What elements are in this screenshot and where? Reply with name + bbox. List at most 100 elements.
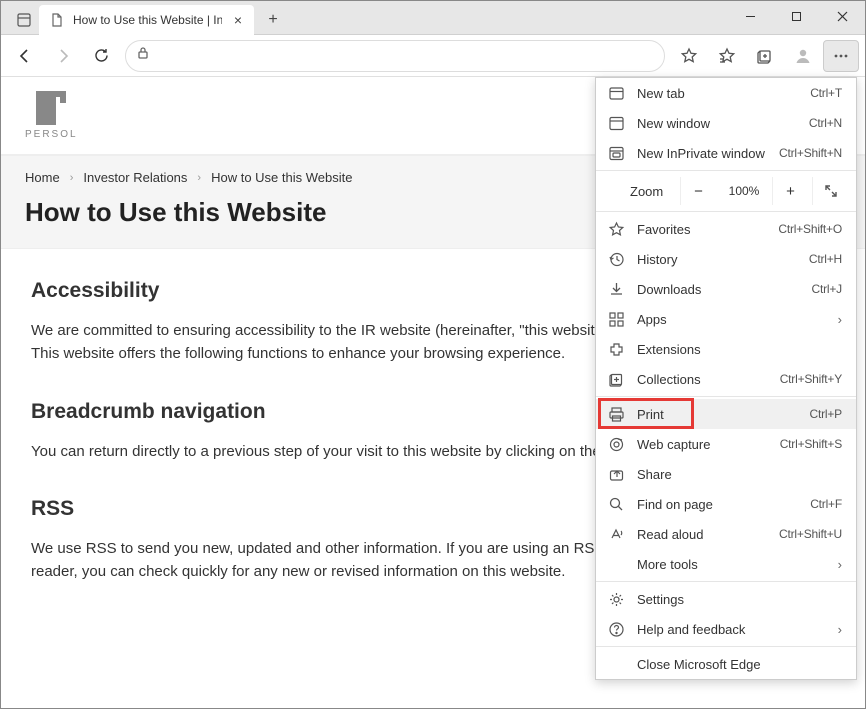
menu-label: Share — [637, 467, 842, 482]
menu-apps[interactable]: Apps › — [596, 304, 856, 334]
chevron-right-icon: › — [838, 312, 842, 327]
shortcut: Ctrl+Shift+N — [779, 146, 842, 160]
menu-label: Apps — [637, 312, 826, 327]
page-icon — [49, 12, 65, 28]
browser-settings-menu: New tab Ctrl+T New window Ctrl+N New InP… — [595, 77, 857, 680]
toolbar — [1, 35, 865, 77]
tab-title: How to Use this Website | Invest — [73, 13, 222, 27]
new-window-icon — [608, 115, 625, 132]
zoom-label: Zoom — [620, 184, 676, 199]
apps-icon — [608, 311, 625, 328]
collections-button[interactable] — [747, 40, 783, 72]
favorites-button[interactable] — [709, 40, 745, 72]
menu-new-window[interactable]: New window Ctrl+N — [596, 108, 856, 138]
menu-label: Print — [637, 407, 798, 422]
close-window-button[interactable] — [819, 1, 865, 31]
gear-icon — [608, 591, 625, 608]
maximize-button[interactable] — [773, 1, 819, 31]
help-icon — [608, 621, 625, 638]
settings-menu-button[interactable] — [823, 40, 859, 72]
search-icon — [608, 496, 625, 513]
share-icon — [608, 466, 625, 483]
menu-label: Web capture — [637, 437, 768, 452]
menu-downloads[interactable]: Downloads Ctrl+J — [596, 274, 856, 304]
menu-extensions[interactable]: Extensions — [596, 334, 856, 364]
menu-label: New window — [637, 116, 797, 131]
chevron-right-icon: › — [838, 557, 842, 572]
star-icon — [608, 221, 625, 238]
zoom-in-button[interactable]: + — [772, 177, 808, 205]
forward-button[interactable] — [45, 40, 81, 72]
menu-separator — [596, 646, 856, 647]
webcapture-icon — [608, 436, 625, 453]
menu-inprivate[interactable]: New InPrivate window Ctrl+Shift+N — [596, 138, 856, 168]
tab-strip: How to Use this Website | Invest × + — [1, 1, 288, 35]
shortcut: Ctrl+P — [810, 407, 842, 421]
collections-icon — [608, 371, 625, 388]
refresh-button[interactable] — [83, 40, 119, 72]
shortcut: Ctrl+Shift+S — [780, 437, 842, 451]
new-tab-button[interactable]: + — [258, 5, 288, 35]
back-button[interactable] — [7, 40, 43, 72]
menu-label: More tools — [637, 557, 826, 572]
add-favorite-button[interactable] — [671, 40, 707, 72]
menu-separator — [596, 396, 856, 397]
menu-readaloud[interactable]: Read aloud Ctrl+Shift+U — [596, 519, 856, 549]
menu-label: History — [637, 252, 797, 267]
menu-close-edge[interactable]: Close Microsoft Edge — [596, 649, 856, 679]
menu-label: Close Microsoft Edge — [637, 657, 842, 672]
menu-print[interactable]: Print Ctrl+P — [596, 399, 856, 429]
download-icon — [608, 281, 625, 298]
menu-label: Help and feedback — [637, 622, 826, 637]
shortcut: Ctrl+F — [810, 497, 842, 511]
browser-tab[interactable]: How to Use this Website | Invest × — [39, 5, 254, 35]
menu-new-tab[interactable]: New tab Ctrl+T — [596, 78, 856, 108]
logo-text: PERSOL — [25, 129, 78, 140]
menu-label: Read aloud — [637, 527, 767, 542]
menu-collections[interactable]: Collections Ctrl+Shift+Y — [596, 364, 856, 394]
shortcut: Ctrl+Shift+U — [779, 527, 842, 541]
menu-history[interactable]: History Ctrl+H — [596, 244, 856, 274]
shortcut: Ctrl+N — [809, 116, 842, 130]
site-logo[interactable]: PERSOL — [25, 91, 78, 140]
menu-separator — [596, 170, 856, 171]
menu-moretools[interactable]: More tools › — [596, 549, 856, 579]
tab-close-icon[interactable]: × — [230, 12, 246, 28]
address-bar[interactable] — [125, 40, 665, 72]
menu-webcapture[interactable]: Web capture Ctrl+Shift+S — [596, 429, 856, 459]
new-tab-icon — [608, 85, 625, 102]
tab-actions-icon[interactable] — [9, 5, 39, 35]
menu-find[interactable]: Find on page Ctrl+F — [596, 489, 856, 519]
inprivate-icon — [608, 145, 625, 162]
minimize-button[interactable] — [727, 1, 773, 31]
menu-settings[interactable]: Settings — [596, 584, 856, 614]
extensions-icon — [608, 341, 625, 358]
menu-label: Downloads — [637, 282, 800, 297]
menu-label: New tab — [637, 86, 798, 101]
menu-favorites[interactable]: Favorites Ctrl+Shift+O — [596, 214, 856, 244]
menu-label: Favorites — [637, 222, 766, 237]
profile-button[interactable] — [785, 40, 821, 72]
chevron-right-icon: › — [70, 172, 74, 184]
menu-label: New InPrivate window — [637, 146, 767, 161]
shortcut: Ctrl+T — [810, 86, 842, 100]
window-controls — [727, 1, 865, 31]
shortcut: Ctrl+H — [809, 252, 842, 266]
menu-help[interactable]: Help and feedback › — [596, 614, 856, 644]
fullscreen-button[interactable] — [812, 177, 848, 205]
menu-separator — [596, 211, 856, 212]
titlebar: How to Use this Website | Invest × + — [1, 1, 865, 35]
crumb-home[interactable]: Home — [25, 170, 60, 185]
menu-label: Find on page — [637, 497, 798, 512]
crumb-investor[interactable]: Investor Relations — [83, 170, 187, 185]
history-icon — [608, 251, 625, 268]
menu-share[interactable]: Share — [596, 459, 856, 489]
zoom-out-button[interactable]: − — [680, 177, 716, 205]
crumb-current: How to Use this Website — [211, 170, 352, 185]
menu-label: Collections — [637, 372, 768, 387]
shortcut: Ctrl+J — [812, 282, 842, 296]
lock-icon — [136, 46, 150, 65]
chevron-right-icon: › — [197, 172, 201, 184]
menu-label: Settings — [637, 592, 842, 607]
shortcut: Ctrl+Shift+O — [778, 222, 842, 236]
